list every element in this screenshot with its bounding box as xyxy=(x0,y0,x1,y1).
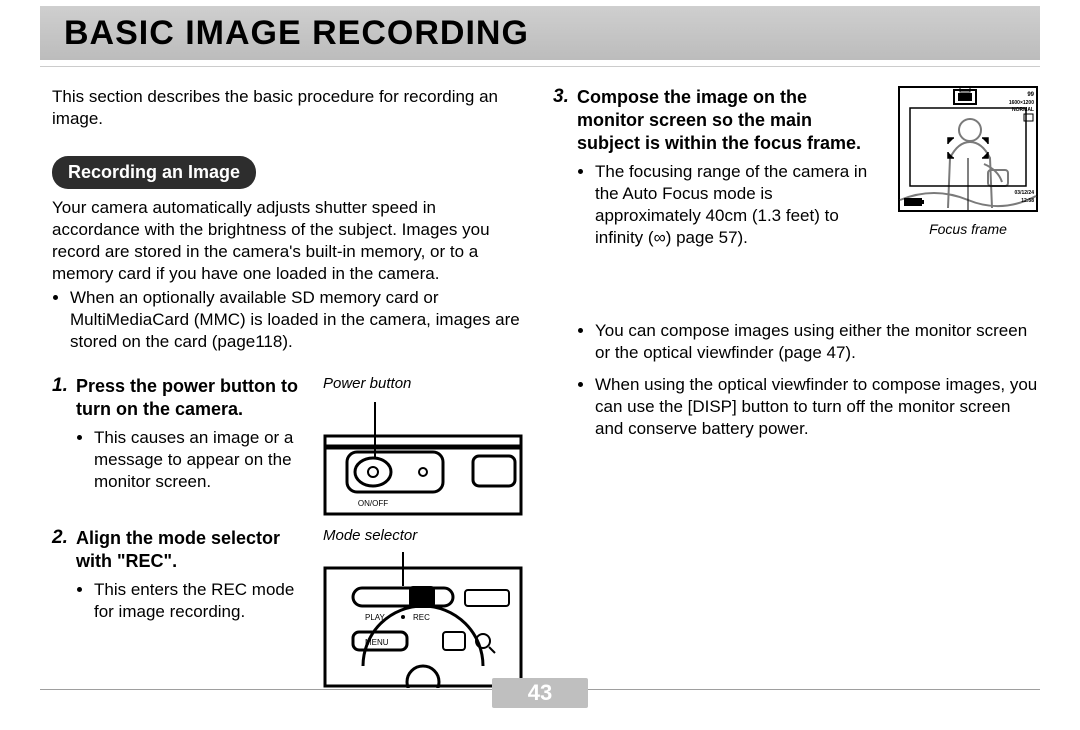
monitor-illustration: 99 1600×1200 NORMAL 03/12/24 12:58 xyxy=(898,86,1038,212)
svg-text:REC: REC xyxy=(413,613,430,622)
step-1-bullets: This causes an image or a message to app… xyxy=(76,427,313,493)
step-3-number: 3. xyxy=(553,86,577,108)
onoff-label: ON/OFF xyxy=(358,499,388,508)
overview-bullets: When an optionally available SD memory c… xyxy=(52,287,523,353)
left-column: This section describes the basic procedu… xyxy=(52,86,547,676)
svg-text:12:58: 12:58 xyxy=(1021,198,1034,204)
step-1-number: 1. xyxy=(52,375,76,397)
step-3-title: Compose the image on the monitor screen … xyxy=(577,86,873,155)
step-3-bullet-2: You can compose images using either the … xyxy=(595,320,1042,364)
overview-text: Your camera automatically adjusts shutte… xyxy=(52,197,523,285)
mode-selector-illustration: PLAY REC MENU xyxy=(323,548,523,688)
figure-power-button: Power button xyxy=(323,375,523,521)
figure-power-label: Power button xyxy=(323,375,523,392)
power-button-illustration: ON/OFF xyxy=(323,396,523,516)
step-2-title: Align the mode selector with "REC". xyxy=(76,527,313,573)
step-3-bullet-1: The focusing range of the camera in the … xyxy=(595,161,873,249)
page-title: BASIC IMAGE RECORDING xyxy=(64,14,529,53)
step-2: 2. Align the mode selector with "REC". T… xyxy=(52,527,523,693)
svg-text:NORMAL: NORMAL xyxy=(1012,107,1034,113)
overview-bullet: When an optionally available SD memory c… xyxy=(70,287,523,353)
step-3-bullets: The focusing range of the camera in the … xyxy=(577,161,873,249)
title-bar: BASIC IMAGE RECORDING xyxy=(40,6,1040,60)
svg-text:1600×1200: 1600×1200 xyxy=(1009,100,1034,106)
section-heading: Recording an Image xyxy=(52,156,256,189)
intro-text: This section describes the basic procedu… xyxy=(52,86,523,130)
divider-top xyxy=(40,66,1040,67)
svg-text:03/12/24: 03/12/24 xyxy=(1015,190,1035,196)
step-2-text: 2. Align the mode selector with "REC". T… xyxy=(52,527,313,693)
step-3: 3. Compose the image on the monitor scre… xyxy=(553,86,1042,316)
figure-mode-label: Mode selector xyxy=(323,527,523,544)
step-3-bullet-3: When using the optical viewfinder to com… xyxy=(595,374,1042,440)
svg-text:99: 99 xyxy=(1027,92,1034,98)
page-number-wrap: 43 xyxy=(40,678,1040,708)
monitor-caption: Focus frame xyxy=(898,221,1038,237)
step-1: 1. Press the power button to turn on the… xyxy=(52,375,523,521)
content: This section describes the basic procedu… xyxy=(52,86,1042,676)
right-column: 3. Compose the image on the monitor scre… xyxy=(547,86,1042,676)
step-1-title: Press the power button to turn on the ca… xyxy=(76,375,313,421)
step-2-bullet: This enters the REC mode for image recor… xyxy=(94,579,313,623)
step-2-number: 2. xyxy=(52,527,76,549)
step-2-bullets: This enters the REC mode for image recor… xyxy=(76,579,313,623)
figure-monitor: 99 1600×1200 NORMAL 03/12/24 12:58 xyxy=(898,86,1038,237)
figure-mode-selector: Mode selector PLAY REC xyxy=(323,527,523,693)
step-1-bullet: This causes an image or a message to app… xyxy=(94,427,313,493)
step-3-extra-bullets: You can compose images using either the … xyxy=(553,320,1042,440)
step-1-text: 1. Press the power button to turn on the… xyxy=(52,375,313,521)
page-number: 43 xyxy=(492,678,588,708)
